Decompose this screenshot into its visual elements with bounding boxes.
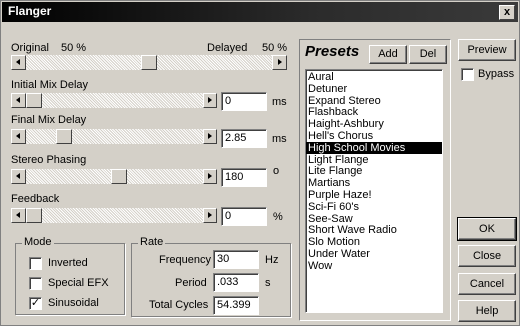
preset-item[interactable]: Slo Motion [306, 236, 442, 248]
frequency-unit: Hz [265, 254, 279, 266]
original-label: Original [11, 42, 49, 54]
close-button[interactable]: Close [458, 245, 516, 267]
feedback-thumb[interactable] [26, 208, 42, 223]
frequency-input[interactable]: 30 [213, 250, 259, 269]
delayed-value: 50 % [262, 42, 288, 54]
final-mix-delay-input[interactable]: 2.85 [221, 129, 267, 148]
title-bar: Flanger x [2, 2, 518, 22]
scroll-left-arrow-icon[interactable] [11, 55, 26, 70]
original-value: 50 % [61, 42, 87, 54]
preset-item[interactable]: See-Saw [306, 213, 442, 225]
period-label: Period [175, 277, 207, 289]
scroll-right-arrow-icon[interactable] [272, 55, 287, 70]
mode-group-label: Mode [22, 236, 54, 248]
sinusoidal-label: Sinusoidal [48, 297, 99, 309]
initial-mix-delay-unit: ms [272, 96, 287, 108]
help-button[interactable]: Help [458, 300, 516, 322]
special-efx-label: Special EFX [48, 277, 109, 289]
total-cycles-input[interactable]: 54.399 [213, 296, 259, 315]
initial-mix-delay-slider[interactable] [11, 93, 211, 108]
inverted-label: Inverted [48, 257, 88, 269]
feedback-unit: % [273, 211, 283, 223]
cancel-button[interactable]: Cancel [458, 273, 516, 295]
preset-item[interactable]: Aural [306, 71, 442, 83]
preset-item[interactable]: Martians [306, 177, 442, 189]
scroll-right-arrow-icon[interactable] [203, 208, 217, 223]
preset-item[interactable]: Wow [306, 260, 442, 272]
scroll-right-arrow-icon[interactable] [203, 93, 217, 108]
final-mix-delay-thumb[interactable] [56, 129, 73, 144]
preset-item[interactable]: Expand Stereo [306, 95, 442, 107]
presets-title: Presets [305, 43, 360, 60]
preview-button[interactable]: Preview [458, 39, 516, 61]
rate-group-label: Rate [138, 236, 166, 248]
stereo-phasing-slider[interactable] [11, 169, 211, 184]
preset-item[interactable]: Detuner [306, 83, 442, 95]
scroll-right-arrow-icon[interactable] [203, 169, 217, 184]
feedback-slider[interactable] [11, 208, 211, 223]
preset-item[interactable]: Under Water [306, 248, 442, 260]
preset-item[interactable]: Flashback [306, 106, 442, 118]
scroll-left-arrow-icon[interactable] [11, 93, 26, 108]
scroll-right-arrow-icon[interactable] [203, 129, 217, 144]
initial-mix-delay-thumb[interactable] [26, 93, 42, 108]
feedback-label: Feedback [11, 193, 60, 205]
stereo-phasing-unit: o [273, 165, 280, 177]
scroll-left-arrow-icon[interactable] [11, 169, 26, 184]
total-cycles-label: Total Cycles [149, 299, 209, 311]
add-preset-button[interactable]: Add [369, 45, 407, 64]
scroll-left-arrow-icon[interactable] [11, 129, 26, 144]
stereo-phasing-label: Stereo Phasing [11, 154, 87, 166]
close-icon[interactable]: x [499, 5, 515, 20]
initial-mix-delay-label: Initial Mix Delay [11, 79, 89, 91]
flanger-dialog: Flanger x Original 50 % Delayed 50 % Ini… [0, 0, 520, 326]
preset-item[interactable]: Purple Haze! [306, 189, 442, 201]
special-efx-checkbox[interactable] [29, 277, 42, 290]
bypass-label: Bypass [478, 68, 515, 80]
final-mix-delay-unit: ms [272, 133, 287, 145]
period-unit: s [265, 277, 271, 289]
preset-item[interactable]: Hell's Chorus [306, 130, 442, 142]
final-mix-delay-label: Final Mix Delay [11, 114, 87, 126]
initial-mix-delay-input[interactable]: 0 [221, 92, 267, 111]
delayed-label: Delayed [207, 42, 248, 54]
stereo-phasing-input[interactable]: 180 [221, 168, 267, 187]
preset-item[interactable]: Haight-Ashbury [306, 118, 442, 130]
stereo-phasing-thumb[interactable] [110, 169, 127, 184]
bypass-checkbox[interactable] [461, 68, 474, 81]
presets-list[interactable]: Aural Detuner Expand Stereo Flashback Haight… [305, 69, 443, 313]
mix-slider[interactable] [11, 55, 287, 70]
preset-item[interactable]: Short Wave Radio [306, 224, 442, 236]
mix-slider-thumb[interactable] [141, 55, 157, 70]
preset-item[interactable]: Lite Flange [306, 165, 442, 177]
window-title: Flanger [8, 4, 52, 18]
frequency-label: Frequency [159, 254, 211, 266]
sinusoidal-checkbox[interactable]: ✓ [29, 297, 42, 310]
ok-button[interactable]: OK [457, 217, 517, 241]
scroll-left-arrow-icon[interactable] [11, 208, 26, 223]
final-mix-delay-slider[interactable] [11, 129, 211, 144]
preset-item[interactable]: High School Movies [306, 141, 442, 154]
preset-item[interactable]: Light Flange [306, 154, 442, 166]
inverted-checkbox[interactable] [29, 257, 42, 270]
feedback-input[interactable]: 0 [221, 207, 267, 226]
delete-preset-button[interactable]: Del [409, 45, 447, 64]
period-input[interactable]: .033 [213, 273, 259, 292]
preset-item[interactable]: Sci-Fi 60's [306, 201, 442, 213]
